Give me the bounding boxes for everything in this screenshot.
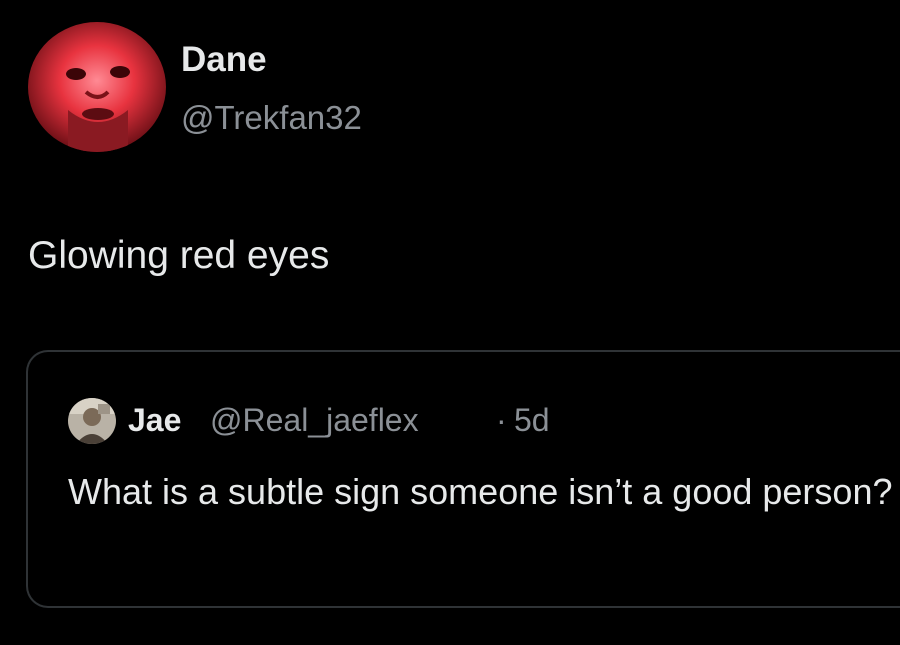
quote-author-handle[interactable]: @Real_jaeflex <box>210 400 419 440</box>
quote-author-avatar[interactable] <box>68 398 116 444</box>
author-handle[interactable]: @Trekfan32 <box>181 96 362 140</box>
tweet-text: Glowing red eyes <box>28 234 330 277</box>
quote-timestamp[interactable]: 5d <box>514 400 550 440</box>
tweet-author: Dane @Trekfan32 <box>0 0 900 170</box>
quote-author-display-name[interactable]: Jae <box>128 400 181 440</box>
quoted-tweet-text: What is a subtle sign someone isn’t a go… <box>68 471 893 512</box>
author-avatar-image <box>28 22 166 152</box>
quoted-tweet-card[interactable]: Jae @Real_jaeflex · 5d What is a subtle … <box>26 350 900 608</box>
author-avatar[interactable] <box>28 22 166 152</box>
author-display-name[interactable]: Dane <box>181 38 267 82</box>
quote-separator: · <box>496 402 507 438</box>
quote-avatar-image <box>68 398 116 444</box>
